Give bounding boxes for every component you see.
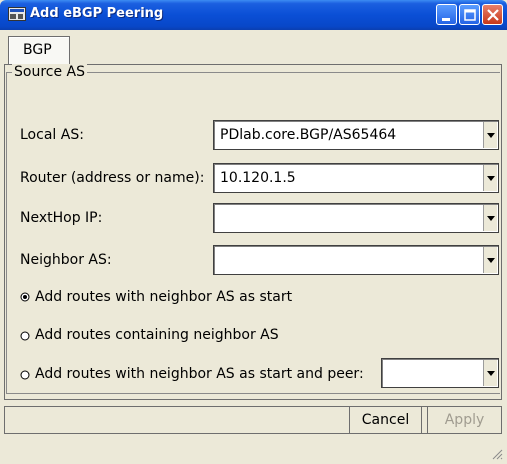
neighbor-as-combo[interactable]	[213, 245, 499, 275]
local-as-dropdown-arrow[interactable]	[483, 122, 497, 148]
nexthop-combo[interactable]	[213, 203, 499, 233]
close-icon	[487, 9, 499, 21]
tab-bgp[interactable]: BGP	[8, 36, 70, 64]
nexthop-dropdown-arrow[interactable]	[483, 205, 497, 231]
app-window-icon	[8, 6, 26, 22]
router-dropdown-arrow[interactable]	[483, 165, 497, 191]
chevron-down-icon	[487, 258, 495, 263]
status-area	[4, 434, 502, 464]
close-button[interactable]	[482, 4, 503, 25]
neighbor-as-label: Neighbor AS:	[20, 252, 112, 268]
local-as-label: Local AS:	[20, 127, 84, 143]
radio-option-start-and-peer-label[interactable]: Add routes with neighbor AS as start and…	[35, 366, 364, 382]
router-value: 10.120.1.5	[220, 170, 296, 186]
radio-unselected-icon[interactable]	[20, 370, 30, 380]
local-as-value: PDlab.core.BGP/AS65464	[220, 127, 397, 143]
radio-selected-icon[interactable]	[20, 292, 30, 302]
title-bar[interactable]: Add eBGP Peering	[0, 0, 507, 30]
maximize-icon	[464, 9, 476, 21]
chevron-down-icon	[487, 176, 495, 181]
router-label: Router (address or name):	[20, 170, 205, 186]
group-title: Source AS	[12, 64, 87, 80]
chevron-down-icon	[487, 216, 495, 221]
radio-unselected-icon[interactable]	[20, 331, 30, 341]
chevron-down-icon	[487, 133, 495, 138]
minimize-icon	[442, 18, 450, 21]
tab-bgp-label: BGP	[23, 42, 52, 58]
peer-dropdown-arrow[interactable]	[483, 360, 497, 386]
apply-button[interactable]: Apply	[427, 406, 502, 434]
window-title: Add eBGP Peering	[30, 6, 164, 21]
neighbor-as-dropdown-arrow[interactable]	[483, 247, 497, 273]
local-as-combo[interactable]: PDlab.core.BGP/AS65464	[213, 120, 499, 150]
peer-combo[interactable]	[381, 358, 499, 388]
router-combo[interactable]: 10.120.1.5	[213, 163, 499, 193]
resize-grip-icon[interactable]	[491, 448, 503, 460]
chevron-down-icon	[487, 371, 495, 376]
radio-option-start-label[interactable]: Add routes with neighbor AS as start	[35, 289, 292, 305]
nexthop-label: NextHop IP:	[20, 210, 103, 226]
minimize-button[interactable]	[436, 4, 457, 25]
radio-option-containing-label[interactable]: Add routes containing neighbor AS	[35, 327, 279, 343]
cancel-button[interactable]: Cancel	[349, 406, 422, 434]
maximize-button[interactable]	[459, 4, 480, 25]
